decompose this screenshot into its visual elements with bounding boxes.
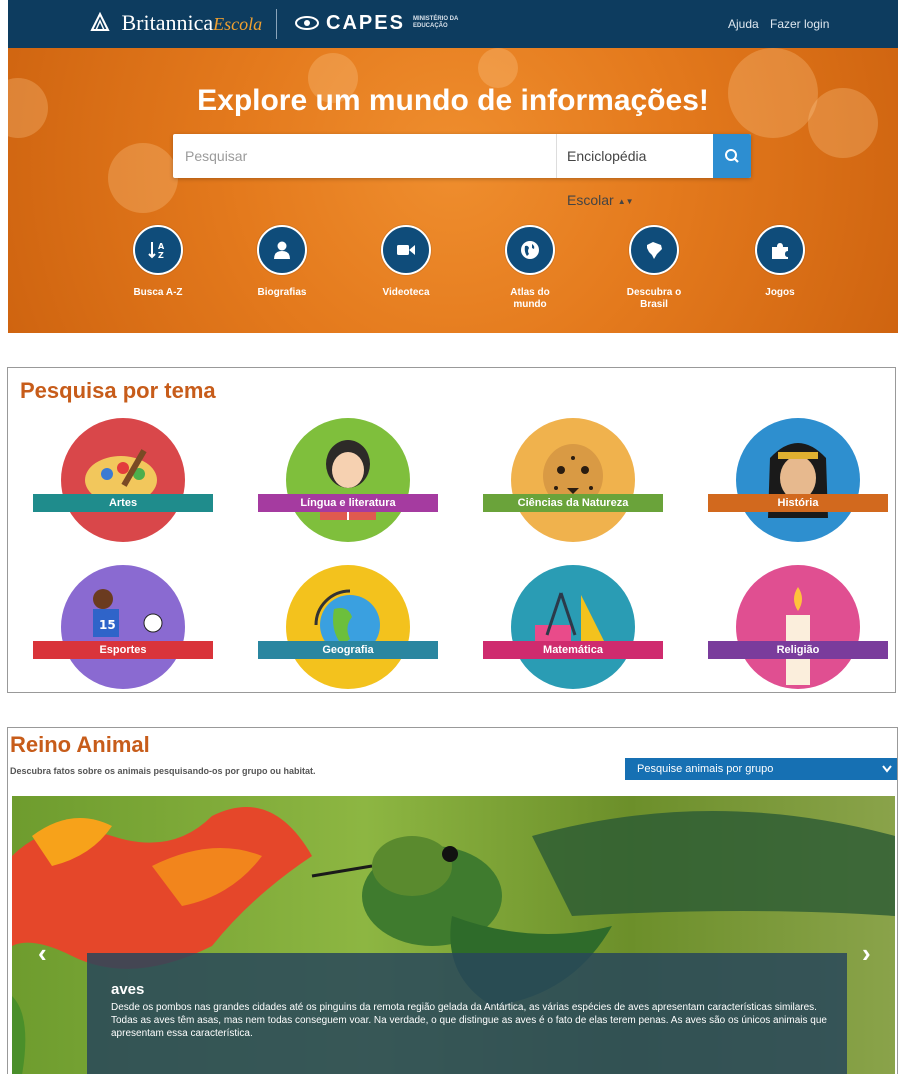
topics-panel: Pesquisa por tema Artes Língua e literat… — [7, 367, 896, 693]
topic-label: História — [708, 494, 888, 512]
reader-illustration — [286, 418, 410, 542]
topic-artes[interactable]: Artes — [33, 418, 213, 542]
topic-esportes[interactable]: 15 Esportes — [33, 565, 213, 689]
slide-prev-arrow[interactable]: ‹ — [38, 938, 47, 969]
topic-geografia[interactable]: Geografia — [258, 565, 438, 689]
topic-lingua-literatura[interactable]: Língua e literatura — [258, 418, 438, 542]
candle-illustration — [736, 565, 860, 689]
capes-logo[interactable]: CAPES — [294, 12, 405, 35]
shortcut-circle — [629, 225, 679, 275]
shortcut-biografias[interactable]: Biografias — [222, 225, 342, 299]
slide-text: Desde os pombos nas grandes cidades até … — [111, 1002, 827, 1039]
hummingbird-slide: ‹ › aves Desde os pombos nas grandes cid… — [12, 796, 895, 1074]
topics-title: Pesquisa por tema — [20, 378, 216, 403]
search-scope-select[interactable]: Enciclopédia Escolar ▲▼ — [556, 134, 713, 208]
topic-matematica[interactable]: Matemática — [483, 565, 663, 689]
shortcut-label: Videoteca — [382, 287, 430, 298]
top-bar: BritannicaEscola CAPES MINISTÉRIO DA EDU… — [8, 0, 898, 48]
shortcut-jogos[interactable]: Jogos — [720, 225, 840, 299]
globe-icon — [521, 241, 539, 259]
help-link[interactable]: Ajuda — [728, 17, 759, 31]
shortcut-label: Biografias — [257, 287, 307, 298]
svg-text:Z: Z — [158, 251, 164, 260]
select-arrows-icon: ▲▼ — [617, 197, 634, 206]
bokeh-decoration — [478, 48, 518, 88]
animal-group-select[interactable]: Pesquise animais por grupo — [625, 758, 897, 780]
topic-label: Artes — [33, 494, 213, 512]
slide-next-arrow[interactable]: › — [862, 938, 871, 969]
search-input[interactable] — [173, 134, 577, 178]
shortcut-label: Jogos — [765, 287, 795, 298]
capes-eye-icon — [295, 16, 319, 30]
video-camera-icon — [397, 245, 415, 255]
shortcut-atlas[interactable]: Atlas do mundo — [470, 225, 590, 311]
math-tools-illustration — [511, 565, 635, 689]
animals-title: Reino Animal — [10, 732, 150, 757]
topic-historia[interactable]: História — [708, 418, 888, 542]
animal-kingdom-panel: Reino Animal Descubra fatos sobre os ani… — [7, 727, 898, 1074]
globe-illustration — [286, 565, 410, 689]
shortcut-circle — [257, 225, 307, 275]
bokeh-decoration — [108, 143, 178, 213]
hero-section: BritannicaEscola CAPES MINISTÉRIO DA EDU… — [8, 0, 898, 333]
ministry-logo: MINISTÉRIO DA EDUCAÇÃO — [413, 16, 458, 30]
brand-name: Britannica — [121, 10, 214, 35]
shortcut-label: Descubra o Brasil — [626, 287, 682, 310]
login-link[interactable]: Fazer login — [770, 17, 829, 31]
shortcut-busca-az[interactable]: AZ Busca A-Z — [98, 225, 218, 299]
search-icon — [725, 149, 739, 163]
sort-az-icon: AZ — [148, 242, 165, 260]
topic-label: Religião — [708, 641, 888, 659]
cleopatra-illustration — [736, 418, 860, 542]
ministry-line1: MINISTÉRIO DA — [413, 16, 459, 22]
shortcut-label: Atlas do mundo — [510, 287, 550, 310]
palette-illustration — [61, 418, 185, 542]
shortcut-descubra-brasil[interactable]: Descubra o Brasil — [594, 225, 714, 311]
search-button[interactable] — [713, 134, 751, 178]
topic-label: Esportes — [33, 641, 213, 659]
topic-label: Matemática — [483, 641, 663, 659]
capes-label: CAPES — [326, 12, 405, 34]
svg-text:15: 15 — [99, 618, 116, 632]
person-icon — [274, 241, 290, 259]
slide-caption: aves Desde os pombos nas grandes cidades… — [87, 953, 847, 1074]
ministry-line2: EDUCAÇÃO — [413, 23, 448, 29]
britannica-escola-logo[interactable]: BritannicaEscola — [88, 10, 262, 36]
shortcut-circle — [755, 225, 805, 275]
thistle-logo-icon — [90, 11, 110, 31]
shortcut-circle: AZ — [133, 225, 183, 275]
shortcut-circle — [381, 225, 431, 275]
topic-ciencias-natureza[interactable]: Ciências da Natureza — [483, 418, 663, 542]
topic-label: Geografia — [258, 641, 438, 659]
slide-title: aves — [111, 981, 145, 998]
topic-label: Língua e literatura — [258, 494, 438, 512]
animals-subtitle: Descubra fatos sobre os animais pesquisa… — [10, 766, 316, 776]
chevron-down-icon — [882, 765, 892, 773]
cheetah-illustration — [511, 418, 635, 542]
hero-title: Explore um mundo de informações! — [197, 84, 709, 117]
shortcut-videoteca[interactable]: Videoteca — [346, 225, 466, 299]
shortcut-label: Busca A-Z — [133, 287, 183, 298]
brand-script: Escola — [213, 14, 263, 34]
topic-religiao[interactable]: Religião — [708, 565, 888, 689]
shortcut-circle — [505, 225, 555, 275]
puzzle-icon — [772, 243, 788, 259]
brazil-map-icon — [647, 242, 662, 259]
soccer-player-illustration: 15 — [61, 565, 185, 689]
topic-label: Ciências da Natureza — [483, 494, 663, 512]
search-bar: Enciclopédia Escolar▲▼ — [173, 134, 751, 208]
animal-group-value: Pesquise animais por grupo — [637, 763, 774, 775]
svg-text:A: A — [158, 242, 165, 251]
topbar-divider — [276, 9, 277, 39]
